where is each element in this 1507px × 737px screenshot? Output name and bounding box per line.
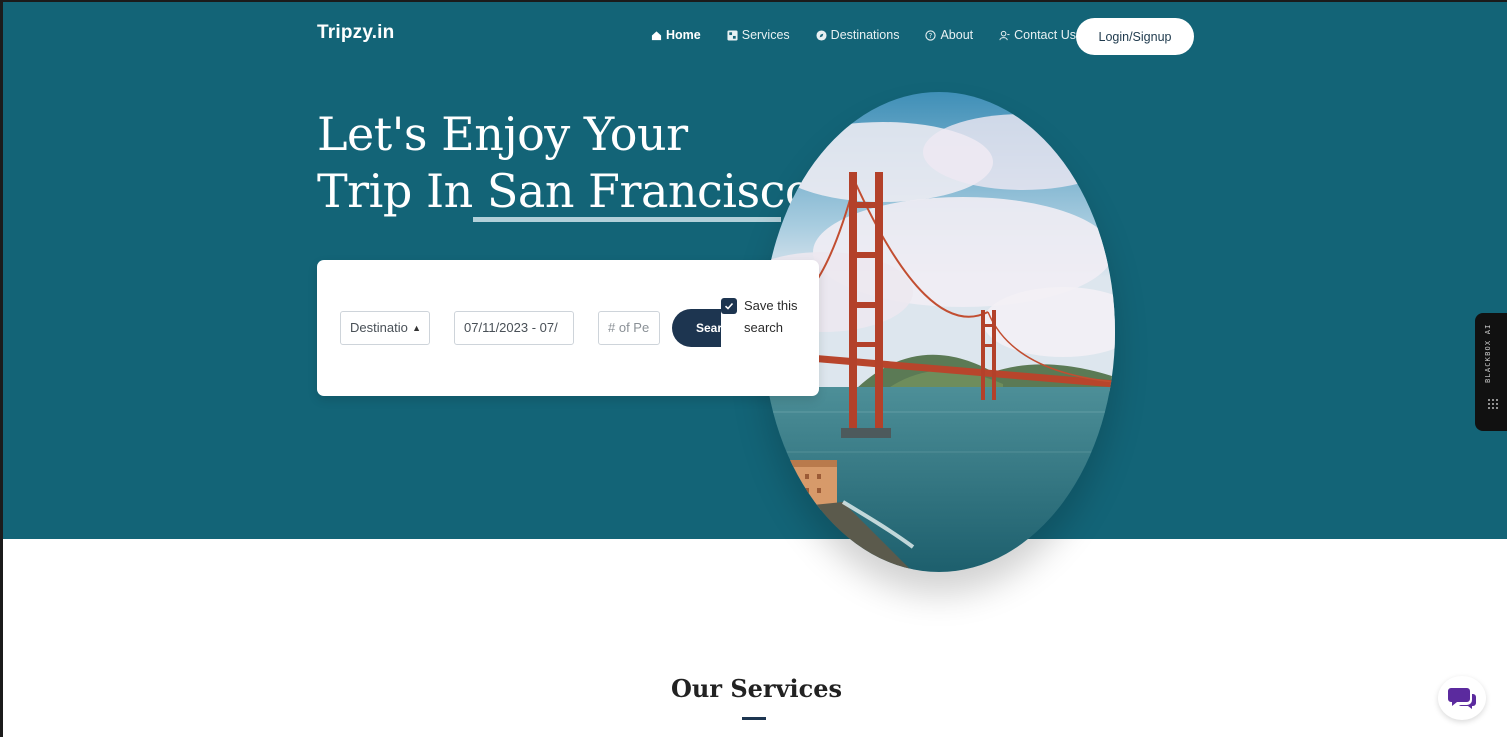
brand-logo[interactable]: Tripzy.in: [317, 22, 394, 44]
chat-bubbles-icon: [1448, 688, 1476, 709]
nav-item-label: Contact Us: [1014, 28, 1076, 42]
headline-line-2-prefix: Trip In: [317, 164, 487, 218]
services-title-underline: [742, 717, 766, 720]
services-section-title: Our Services: [670, 674, 843, 703]
main-nav: Home Services Destinations ? About Conta…: [651, 28, 1102, 42]
side-tab-label: BLACKBOX AI: [1484, 323, 1492, 383]
chat-widget-button[interactable]: [1438, 676, 1486, 720]
svg-text:?: ?: [929, 31, 933, 39]
search-button[interactable]: Sear: [672, 309, 721, 347]
person-icon: [999, 30, 1010, 40]
headline-underline: [473, 217, 781, 222]
nav-item-destinations[interactable]: Destinations: [816, 28, 900, 42]
grid-dots-icon: [1488, 399, 1498, 409]
date-range-input[interactable]: 07/11/2023 - 07/: [454, 311, 574, 345]
destination-select[interactable]: Destinatio ▲: [340, 311, 430, 345]
checkmark-icon: [724, 302, 734, 310]
nav-item-services[interactable]: Services: [727, 28, 790, 42]
nav-item-label: Destinations: [830, 28, 900, 42]
compass-icon: [816, 29, 827, 41]
select-caret-icon: ▲: [412, 323, 421, 333]
blackbox-ai-side-tab[interactable]: BLACKBOX AI: [1475, 313, 1507, 431]
question-circle-icon: ?: [925, 29, 937, 41]
save-search-label: Save this search: [744, 298, 798, 335]
nav-item-home[interactable]: Home: [651, 28, 701, 42]
save-search-checkbox[interactable]: [721, 298, 737, 314]
home-icon: [651, 30, 662, 40]
trip-search-card: Destinatio ▲ 07/11/2023 - 07/ # of Pe Se…: [317, 260, 819, 396]
nav-item-label: About: [940, 28, 974, 42]
hero-headline: Let's Enjoy Your Trip In San Francisco.: [317, 106, 826, 220]
nav-item-about[interactable]: ? About: [925, 28, 973, 42]
people-count-input[interactable]: # of Pe: [598, 311, 660, 345]
nav-item-label: Home: [666, 28, 701, 42]
headline-line-1: Let's Enjoy Your: [317, 107, 688, 161]
services-icon: [727, 29, 738, 41]
nav-item-label: Services: [741, 28, 790, 42]
browser-viewport: Tripzy.in Home Services Destinations ? A…: [0, 0, 1507, 737]
nav-item-contact[interactable]: Contact Us: [999, 28, 1076, 42]
destination-select-value: Destinatio: [350, 320, 408, 335]
login-signup-button[interactable]: Login/Signup: [1076, 18, 1194, 55]
headline-highlight-city: San Francisco: [486, 164, 812, 218]
